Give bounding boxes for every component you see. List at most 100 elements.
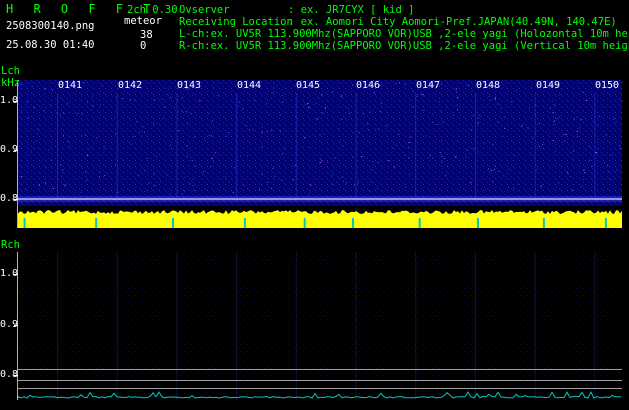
noise-speckle [170,96,172,98]
noise-speckle [240,155,242,157]
noise-speckle [613,118,615,120]
noise-speckle [161,98,163,100]
noise-speckle [490,170,492,172]
noise-speckle [52,187,54,189]
noise-speckle [454,157,456,159]
noise-speckle [238,105,239,107]
noise-speckle [166,174,168,176]
noise-speckle [360,151,362,153]
noise-speckle [99,170,101,172]
noise-speckle [391,147,393,149]
minute-marker [116,93,118,198]
noise-speckle [281,179,283,181]
noise-speckle [472,115,474,117]
noise-speckle [362,113,364,115]
meteor-peak [352,218,354,228]
noise-speckle [271,130,273,131]
noise-speckle [274,176,275,178]
noise-speckle [162,117,164,119]
noise-speckle [487,168,489,170]
rch-y-label-0-8: 0.8 [0,369,19,380]
noise-speckle [307,102,309,104]
noise-speckle [293,179,294,181]
noise-speckle [591,165,593,167]
noise-speckle [272,167,274,169]
noise-speckle [542,143,544,145]
noise-speckle [226,135,228,137]
noise-speckle [182,97,184,99]
noise-speckle [242,108,244,110]
noise-speckle [608,170,609,172]
noise-speckle [282,153,283,155]
noise-speckle [442,121,444,123]
noise-speckle [440,110,442,112]
noise-speckle [44,182,46,184]
noise-speckle [455,88,457,90]
noise-speckle [538,146,540,148]
noise-speckle [408,157,410,159]
noise-speckle [408,142,410,143]
noise-speckle [566,171,568,173]
noise-speckle [388,160,390,162]
noise-speckle [132,136,134,138]
noise-speckle [567,172,569,174]
noise-speckle [423,95,425,97]
noise-speckle [185,111,187,113]
noise-speckle [569,176,571,178]
noise-speckle [558,116,560,118]
noise-speckle [413,116,415,118]
noise-speckle [441,161,443,163]
lch-y-label-0-9: 0.9 [0,144,19,155]
noise-speckle [576,117,578,119]
noise-speckle [304,104,306,106]
meteor-label: meteor [124,15,162,27]
noise-speckle [500,108,502,110]
noise-speckle [63,135,64,137]
noise-speckle [452,114,454,116]
noise-speckle [123,159,125,161]
lch-spectrum-background [18,80,622,208]
noise-speckle [122,98,124,99]
noise-speckle [44,88,46,90]
noise-speckle [479,115,481,117]
noise-speckle [60,97,62,99]
minute-marker [236,252,238,400]
version-label: 2ch 0.30 [127,4,178,16]
noise-speckle [284,148,286,150]
noise-speckle [211,158,213,159]
noise-speckle [213,87,214,89]
noise-speckle [336,181,338,183]
meteor-count-lch: 38 [140,29,153,41]
noise-speckle [191,190,193,192]
channel-divider [0,229,629,237]
noise-speckle [86,179,88,181]
minute-marker [295,93,297,198]
noise-speckle [377,128,379,130]
noise-speckle [338,128,340,130]
noise-speckle [88,147,90,149]
noise-speckle [518,190,520,192]
noise-speckle [576,110,578,112]
time-label-0145: 0145 [296,80,321,91]
noise-speckle [181,110,183,112]
noise-speckle [115,133,117,135]
time-label-0149: 0149 [536,80,561,91]
noise-speckle [550,107,552,109]
noise-speckle [169,144,171,146]
noise-speckle [33,147,35,149]
noise-speckle [562,133,564,135]
noise-speckle [193,165,195,167]
noise-speckle [92,105,94,107]
noise-speckle [513,187,515,189]
noise-speckle [60,164,62,166]
noise-speckle [114,164,116,166]
noise-speckle [212,161,214,163]
noise-speckle [96,137,98,139]
noise-speckle [85,134,87,136]
noise-speckle [266,131,268,133]
meteor-peak [477,218,479,228]
noise-speckle [494,165,496,167]
noise-speckle [432,157,434,159]
noise-speckle [508,169,510,170]
noise-speckle [308,107,310,109]
